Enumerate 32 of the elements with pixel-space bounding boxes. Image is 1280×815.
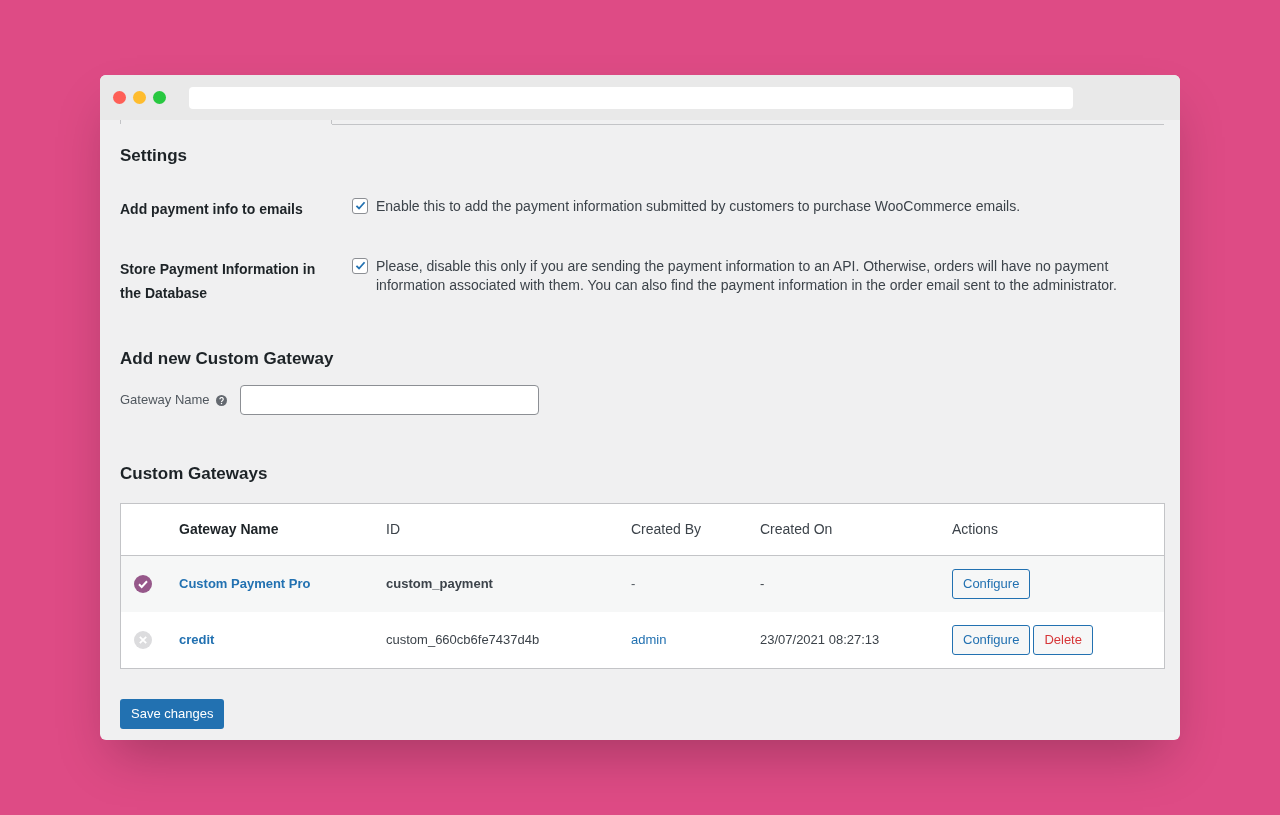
configure-button[interactable]: Configure bbox=[952, 624, 1031, 655]
input-field[interactable] bbox=[239, 385, 539, 415]
field-label: Gateway Name bbox=[120, 391, 210, 410]
help-icon[interactable] bbox=[215, 394, 227, 406]
table-cell: - bbox=[631, 575, 636, 591]
column-header: ID bbox=[386, 520, 400, 537]
setting-description: Please, disable this only if you are sending the payment information to an API. Otherwise, orders will have no payment information associated with them. You can also find the payment information in the order email sent to the administrator. bbox=[376, 256, 1118, 295]
column-header: Actions bbox=[952, 520, 998, 537]
delete-button[interactable]: Delete bbox=[1033, 624, 1093, 655]
checkbox[interactable] bbox=[352, 197, 368, 214]
table-cell: - bbox=[760, 575, 765, 591]
setting-description: Enable this to add the payment information submitted by customers to purchase WooCommerce emails. bbox=[376, 196, 1021, 216]
section-heading: Add new Custom Gateway bbox=[120, 347, 335, 370]
column-header: Gateway Name bbox=[179, 520, 279, 537]
section-heading: Custom Gateways bbox=[120, 463, 269, 485]
setting-label: Add payment info to emails bbox=[120, 200, 303, 217]
table-cell: 23/07/2021 08:27:13 bbox=[760, 631, 880, 647]
column-header: Created By bbox=[631, 520, 702, 537]
configure-button[interactable]: Configure bbox=[952, 568, 1031, 599]
check-circle-icon[interactable] bbox=[134, 574, 152, 593]
table-cell: custom_payment bbox=[386, 575, 493, 591]
save-button[interactable]: Save changes bbox=[120, 698, 225, 729]
checkbox[interactable] bbox=[352, 257, 368, 274]
setting-label: Store Payment Information in the Database bbox=[120, 260, 316, 301]
column-header: Created On bbox=[760, 520, 833, 537]
section-heading: Settings bbox=[120, 145, 189, 167]
gateway-name-link[interactable]: Custom Payment Pro bbox=[179, 575, 311, 591]
gateway-name-link[interactable]: credit bbox=[179, 631, 215, 647]
close-window-button[interactable] bbox=[113, 91, 126, 104]
maximize-window-button[interactable] bbox=[153, 91, 166, 104]
table-cell: custom_660cb6fe7437d4b bbox=[386, 631, 540, 647]
user-link[interactable]: admin bbox=[631, 631, 667, 647]
